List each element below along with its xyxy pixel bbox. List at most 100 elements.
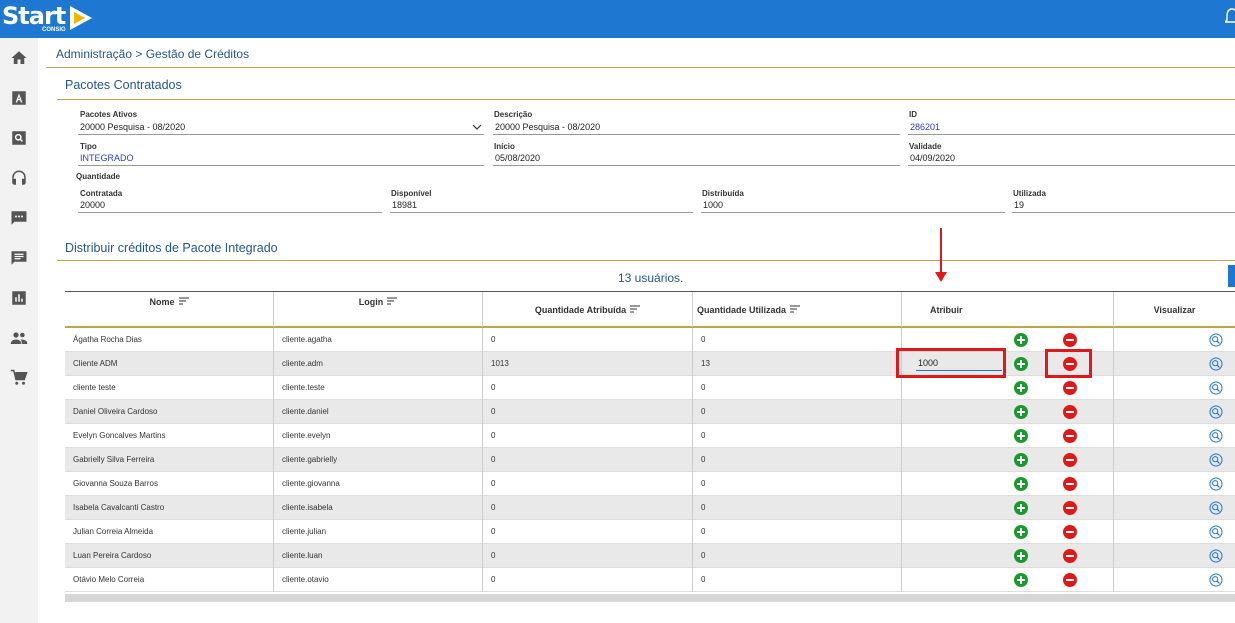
view-search-icon[interactable] xyxy=(1209,501,1223,515)
table-row[interactable]: Julian Correia Almeida cliente.julian 0 0 xyxy=(65,520,1235,544)
cell-qtd-atribuida: 0 xyxy=(482,520,692,544)
pacotes-ativos-select[interactable]: 20000 Pesquisa - 08/2020 xyxy=(78,121,484,135)
table-row[interactable]: Luan Pereira Cardoso cliente.luan 0 0 xyxy=(65,544,1235,568)
app-logo[interactable]: Start CONSIG xyxy=(2,2,92,36)
cell-nome: Otávio Melo Correia xyxy=(73,575,145,584)
quantidade-label: Quantidade xyxy=(76,172,121,181)
remove-credit-icon[interactable] xyxy=(1063,573,1077,587)
col-header-nome[interactable]: Nome xyxy=(65,292,273,327)
search-box-icon[interactable] xyxy=(9,128,29,148)
cell-atribuir xyxy=(901,544,1113,568)
table-row[interactable]: Otávio Melo Correia cliente.otavio 0 0 xyxy=(65,568,1235,592)
remove-credit-icon[interactable] xyxy=(1063,405,1077,419)
top-bar: Start CONSIG xyxy=(0,0,1235,38)
section-title-distribuir: Distribuir créditos de Pacote Integrado xyxy=(65,241,278,255)
remove-credit-icon[interactable] xyxy=(1063,549,1077,563)
distribuida-label: Distribuída xyxy=(702,189,744,198)
view-search-icon[interactable] xyxy=(1209,405,1223,419)
scroll-handle[interactable] xyxy=(1228,265,1235,287)
cell-atribuir xyxy=(901,448,1113,472)
table-row[interactable]: cliente teste cliente.teste 0 0 xyxy=(65,376,1235,400)
view-search-icon[interactable] xyxy=(1209,357,1223,371)
remove-credit-icon[interactable] xyxy=(1063,333,1077,347)
annotation-highlight-input xyxy=(896,348,1006,378)
validade-label: Validade xyxy=(909,142,942,151)
remove-credit-icon[interactable] xyxy=(1063,501,1077,515)
bar-chart-icon[interactable] xyxy=(9,288,29,308)
table-row[interactable]: Evelyn Goncalves Martins cliente.evelyn 0 0 xyxy=(65,424,1235,448)
cell-qtd-utilizada: 0 xyxy=(692,448,901,472)
logo-play-icon xyxy=(70,6,92,30)
view-search-icon[interactable] xyxy=(1209,429,1223,443)
add-credit-icon[interactable] xyxy=(1014,357,1028,371)
cell-qtd-utilizada: 0 xyxy=(692,568,901,592)
view-search-icon[interactable] xyxy=(1209,333,1223,347)
table-row[interactable]: Gabrielly Silva Ferreira cliente.gabriell… xyxy=(65,448,1235,472)
col-header-qtd-utilizada-label: Quantidade Utilizada xyxy=(697,305,787,315)
add-credit-icon[interactable] xyxy=(1014,429,1028,443)
view-search-icon[interactable] xyxy=(1209,477,1223,491)
table-row[interactable]: Daniel Oliveira Cardoso cliente.daniel 0 0 xyxy=(65,400,1235,424)
cell-qtd-atribuida: 0 xyxy=(482,496,692,520)
add-credit-icon[interactable] xyxy=(1014,333,1028,347)
cell-nome: Gabrielly Silva Ferreira xyxy=(73,455,155,464)
bell-icon[interactable] xyxy=(1225,8,1235,26)
disponivel-field[interactable]: 18981 xyxy=(390,199,693,213)
validade-field[interactable]: 04/09/2020 xyxy=(908,152,1235,166)
col-header-login[interactable]: Login xyxy=(273,292,482,327)
view-search-icon[interactable] xyxy=(1209,549,1223,563)
cell-nome: Cliente ADM xyxy=(73,359,118,368)
cell-login: cliente.otavio xyxy=(273,568,482,592)
logo-subtext: CONSIG xyxy=(42,27,66,33)
headset-icon[interactable] xyxy=(9,168,29,188)
view-search-icon[interactable] xyxy=(1209,525,1223,539)
id-field[interactable]: 286201 xyxy=(908,121,1235,135)
table-row[interactable]: Isabela Cavalcanti Castro cliente.isabela… xyxy=(65,496,1235,520)
id-label: ID xyxy=(909,110,917,119)
sort-icon[interactable] xyxy=(178,297,189,305)
sort-icon[interactable] xyxy=(630,305,641,313)
home-icon[interactable] xyxy=(9,48,29,68)
cell-nome: Giovanna Souza Barros xyxy=(73,479,158,488)
sort-icon[interactable] xyxy=(790,305,801,313)
cell-nome: cliente teste xyxy=(73,383,116,392)
contratada-field[interactable]: 20000 xyxy=(78,199,382,213)
people-icon[interactable] xyxy=(9,328,29,348)
cell-login: cliente.gabrielly xyxy=(273,448,482,472)
cell-visualizar xyxy=(1113,520,1235,544)
tipo-field[interactable]: INTEGRADO xyxy=(78,152,484,166)
view-search-icon[interactable] xyxy=(1209,381,1223,395)
cart-icon[interactable] xyxy=(9,368,29,388)
chevron-down-icon[interactable] xyxy=(472,122,482,132)
distribuida-field[interactable]: 1000 xyxy=(701,199,1005,213)
table-row[interactable]: Giovanna Souza Barros cliente.giovanna 0 0 xyxy=(65,472,1235,496)
sort-icon[interactable] xyxy=(387,297,398,305)
inicio-field[interactable]: 05/08/2020 xyxy=(493,152,900,166)
remove-credit-icon[interactable] xyxy=(1063,453,1077,467)
remove-credit-icon[interactable] xyxy=(1063,381,1077,395)
utilizada-field[interactable]: 19 xyxy=(1012,199,1235,213)
message-icon[interactable] xyxy=(9,248,29,268)
add-credit-icon[interactable] xyxy=(1014,381,1028,395)
add-credit-icon[interactable] xyxy=(1014,549,1028,563)
cell-visualizar xyxy=(1113,424,1235,448)
cell-login: cliente.giovanna xyxy=(273,472,482,496)
add-credit-icon[interactable] xyxy=(1014,405,1028,419)
contratada-label: Contratada xyxy=(80,189,123,198)
add-credit-icon[interactable] xyxy=(1014,573,1028,587)
view-search-icon[interactable] xyxy=(1209,573,1223,587)
col-header-qtd-utilizada[interactable]: Quantidade Utilizada xyxy=(692,292,901,327)
view-search-icon[interactable] xyxy=(1209,453,1223,467)
font-icon[interactable] xyxy=(9,88,29,108)
chat-dots-icon[interactable] xyxy=(9,208,29,228)
remove-credit-icon[interactable] xyxy=(1063,429,1077,443)
col-header-qtd-atribuida[interactable]: Quantidade Atribuída xyxy=(482,292,692,327)
add-credit-icon[interactable] xyxy=(1014,477,1028,491)
remove-credit-icon[interactable] xyxy=(1063,477,1077,491)
add-credit-icon[interactable] xyxy=(1014,501,1028,515)
descricao-field[interactable]: 20000 Pesquisa - 08/2020 xyxy=(493,121,900,135)
remove-credit-icon[interactable] xyxy=(1063,525,1077,539)
add-credit-icon[interactable] xyxy=(1014,525,1028,539)
cell-nome: Isabela Cavalcanti Castro xyxy=(73,503,165,512)
add-credit-icon[interactable] xyxy=(1014,453,1028,467)
